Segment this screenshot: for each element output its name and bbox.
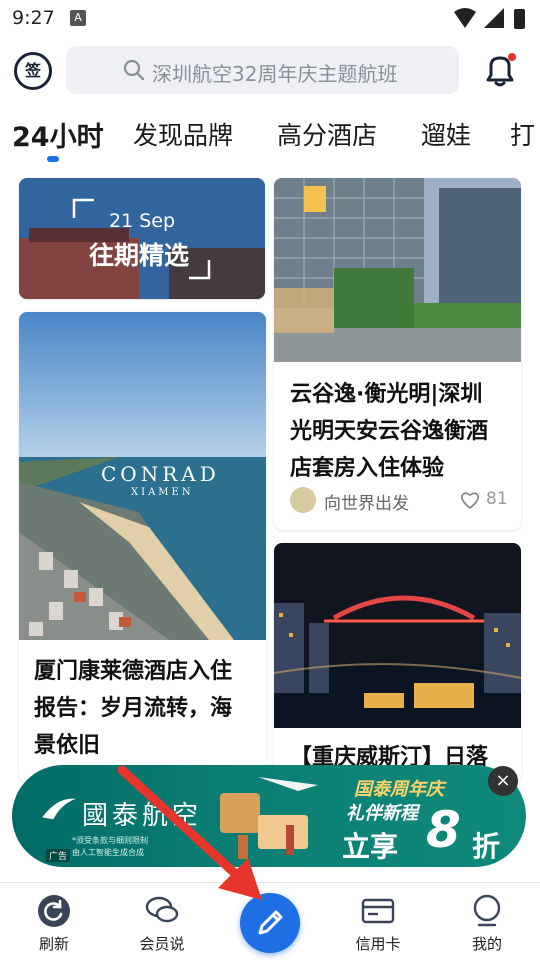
nav-credit-card[interactable]: 信用卡	[338, 893, 418, 954]
search-icon	[123, 59, 145, 81]
notification-a-icon: A	[70, 10, 86, 26]
credit-card-icon	[361, 898, 395, 924]
like-count: 81	[486, 489, 508, 509]
ad-subline: 礼伴新程	[346, 803, 418, 824]
nav-mine[interactable]: 我的	[447, 893, 527, 954]
ad-brand: 國泰航空	[82, 801, 203, 831]
notification-bell-icon[interactable]	[480, 50, 520, 90]
profile-icon	[473, 894, 501, 927]
like-icon[interactable]	[459, 489, 481, 511]
unread-dot	[508, 53, 516, 61]
past-picks-banner[interactable]: 21 Sep 往期精选	[19, 178, 265, 299]
banner-date: 21 Sep	[109, 210, 176, 232]
nav-refresh[interactable]: 刷新	[14, 893, 94, 954]
tab-discover-brands[interactable]: 发现品牌	[133, 116, 233, 152]
system-status-icons	[454, 8, 525, 29]
feed-card-conrad[interactable]: CONRAD XIAMEN 厦门康莱德酒店入住 报告：岁月流转，海 景依旧	[19, 312, 266, 782]
conrad-logo-city: XIAMEN	[131, 487, 194, 498]
chongqing-night-photo	[274, 543, 521, 728]
nav-credit-card-label: 信用卡	[355, 935, 401, 953]
search-input[interactable]: 深圳航空32周年庆主题航班	[66, 46, 459, 94]
banner-label: 往期精选	[89, 241, 190, 270]
tab-kids[interactable]: 遛娃	[421, 116, 471, 152]
ad-illustration	[220, 777, 318, 859]
yunyi-card-title: 云谷逸·衡光明|深圳 光明天安云谷逸衡酒 店套房入住体验	[290, 382, 489, 481]
feed-card-yunyi[interactable]: 云谷逸·衡光明|深圳 光明天安云谷逸衡酒 店套房入住体验 向世界出发 81	[274, 178, 521, 530]
wifi-icon	[454, 8, 476, 28]
status-bar: 9:27 A	[0, 0, 540, 40]
conrad-logo-text: CONRAD	[101, 462, 220, 486]
status-time: 9:27	[12, 7, 55, 29]
battery-icon	[514, 9, 525, 29]
search-placeholder: 深圳航空32周年庆主题航班	[152, 62, 398, 86]
top-header: 签 深圳航空32周年庆主题航班	[0, 44, 540, 98]
author-avatar[interactable]	[290, 487, 316, 513]
nav-refresh-label: 刷新	[38, 935, 69, 953]
tab-more[interactable]: 打	[510, 116, 535, 152]
yunyi-hotel-photo	[274, 178, 521, 362]
signal-icon	[484, 8, 504, 28]
cathay-ad-banner[interactable]: 國泰航空 *须受条款与细则限制 由人工智能生成合成 广告 国泰周年庆 礼伴新程 …	[12, 765, 526, 867]
ad-fineprint-1: *须受条款与细则限制	[72, 836, 148, 845]
chat-bubbles-icon	[145, 896, 179, 923]
ad-tag: 广告	[46, 849, 71, 862]
ad-offer: 立享	[342, 830, 399, 863]
active-tab-indicator	[47, 156, 59, 162]
cathay-logo-icon	[42, 798, 76, 820]
category-tabs: 24小时 发现品牌 高分酒店 遛娃 打	[0, 110, 540, 166]
author-name[interactable]: 向世界出发	[324, 489, 409, 514]
ad-fineprint-2: 由人工智能生成合成	[72, 848, 144, 857]
compose-post-button[interactable]	[240, 893, 300, 953]
ad-headline: 国泰周年庆	[354, 779, 444, 800]
nav-members-label: 会员说	[139, 935, 185, 953]
nav-mine-label: 我的	[471, 935, 502, 953]
ad-discount: 8	[426, 801, 461, 859]
nav-members[interactable]: 会员说	[122, 893, 202, 954]
ad-discount-unit: 折	[472, 830, 501, 863]
refresh-icon	[38, 895, 70, 927]
tab-top-hotels[interactable]: 高分酒店	[277, 116, 377, 152]
tab-24h[interactable]: 24小时	[12, 115, 104, 154]
ad-close-button[interactable]: ×	[488, 766, 518, 796]
pencil-icon	[258, 910, 283, 935]
conrad-card-title: 厦门康莱德酒店入住 报告：岁月流转，海 景依旧	[34, 659, 233, 758]
feed-card-chongqing[interactable]: 【重庆威斯汀】日落	[274, 543, 521, 783]
check-in-button[interactable]: 签	[14, 52, 52, 90]
